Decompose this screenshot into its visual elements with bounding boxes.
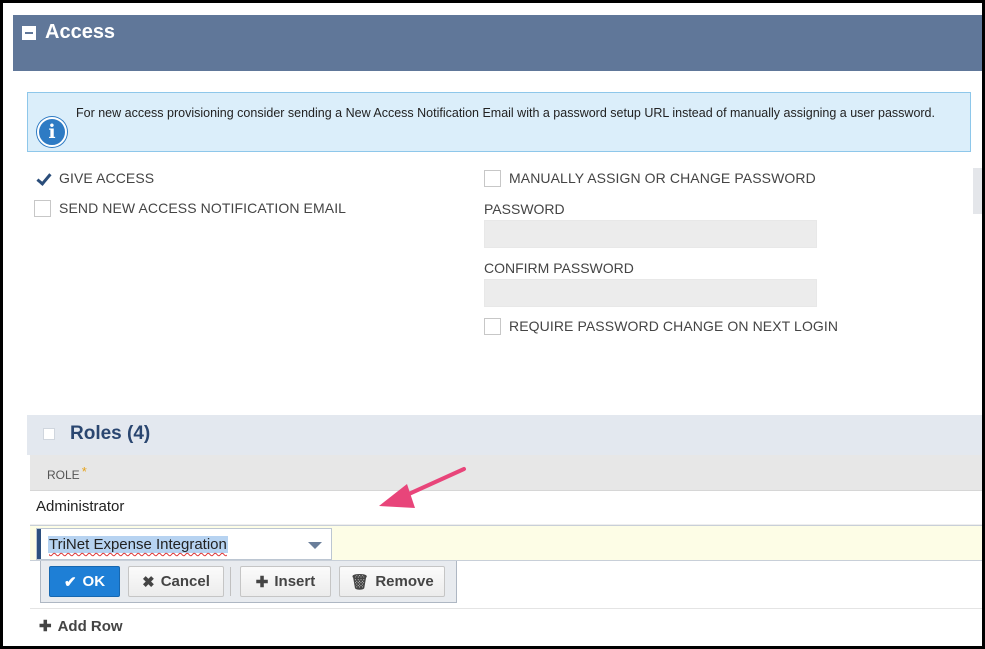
send-email-option[interactable]: SEND NEW ACCESS NOTIFICATION EMAIL: [34, 198, 346, 218]
info-banner-text: For new access provisioning consider sen…: [76, 106, 935, 120]
give-access-checkbox[interactable]: [34, 169, 51, 187]
trash-icon: 🗑: [350, 573, 370, 591]
editing-row[interactable]: TriNet Expense Integration: [30, 525, 982, 561]
require-change-option[interactable]: REQUIRE PASSWORD CHANGE ON NEXT LOGIN: [484, 316, 838, 336]
password-field[interactable]: [484, 220, 817, 248]
role-select[interactable]: TriNet Expense Integration: [36, 528, 332, 560]
cancel-button[interactable]: ✖ Cancel: [128, 566, 224, 597]
table-row[interactable]: Administrator: [30, 492, 982, 525]
collapse-icon[interactable]: [22, 26, 36, 40]
manual-password-checkbox[interactable]: [484, 169, 501, 187]
required-marker: *: [81, 464, 87, 479]
roles-section-header[interactable]: Roles (4): [27, 415, 982, 455]
send-email-label: SEND NEW ACCESS NOTIFICATION EMAIL: [59, 200, 347, 216]
manual-password-label: MANUALLY ASSIGN OR CHANGE PASSWORD: [509, 170, 816, 186]
role-cell: Administrator: [36, 498, 125, 515]
roles-collapse-icon[interactable]: [43, 428, 55, 440]
require-change-label: REQUIRE PASSWORD CHANGE ON NEXT LOGIN: [509, 318, 839, 334]
access-title: Access: [45, 21, 116, 43]
info-icon: i: [37, 117, 67, 147]
manual-password-option[interactable]: MANUALLY ASSIGN OR CHANGE PASSWORD: [484, 168, 816, 188]
insert-button[interactable]: ✚ Insert: [240, 566, 331, 597]
require-change-checkbox[interactable]: [484, 317, 501, 335]
add-row-button[interactable]: ✚ Add Row: [39, 617, 123, 636]
confirm-password-field[interactable]: [484, 279, 817, 307]
add-row-area: ✚ Add Row: [30, 608, 982, 643]
info-banner: i For new access provisioning consider s…: [27, 92, 971, 152]
password-label: PASSWORD: [484, 201, 565, 217]
row-action-bar: ✔ OK ✖ Cancel ✚ Insert 🗑 Remove: [40, 561, 457, 603]
chevron-down-icon[interactable]: [308, 542, 322, 549]
confirm-password-label: CONFIRM PASSWORD: [484, 260, 634, 276]
roles-column-header: ROLE *: [30, 455, 982, 491]
plus-icon: ✚: [39, 618, 52, 635]
screenshot-frame: Access i For new access provisioning con…: [0, 0, 985, 649]
close-icon: ✖: [142, 573, 155, 591]
check-icon: ✔: [63, 573, 77, 591]
access-section-header[interactable]: Access: [13, 15, 982, 71]
give-access-option[interactable]: GIVE ACCESS: [34, 168, 154, 188]
roles-title: Roles (4): [70, 423, 151, 444]
role-select-value: TriNet Expense Integration: [48, 536, 228, 553]
plus-icon: ✚: [255, 573, 269, 591]
give-access-label: GIVE ACCESS: [59, 170, 155, 186]
send-email-checkbox[interactable]: [34, 199, 51, 217]
ok-button[interactable]: ✔ OK: [49, 566, 120, 597]
scrollbar[interactable]: [973, 168, 982, 214]
role-column-label: ROLE *: [47, 464, 87, 482]
button-divider: [230, 567, 231, 596]
remove-button[interactable]: 🗑 Remove: [339, 566, 445, 597]
select-focus-bar: [37, 529, 41, 559]
